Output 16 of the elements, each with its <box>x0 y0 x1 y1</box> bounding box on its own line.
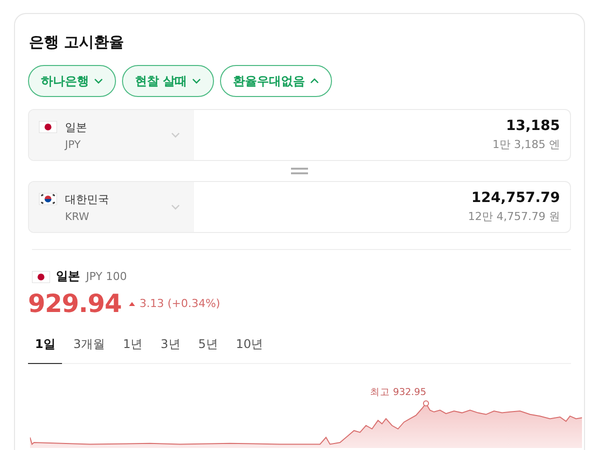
chevron-down-icon <box>192 78 202 84</box>
high-value-label: 최고 932.95 <box>370 386 426 399</box>
equals-icon <box>291 167 308 175</box>
exchange-rate: 929.94 <box>28 289 122 318</box>
card-title: 은행 고시환율 <box>29 32 126 52</box>
currency-unit: JPY 100 <box>86 270 127 283</box>
currency-name: 일본 <box>56 268 80 285</box>
period-tab[interactable]: 10년 <box>228 332 270 364</box>
rate-change: 3.13 (+0.34%) <box>139 297 220 310</box>
period-tab[interactable]: 1년 <box>116 332 150 364</box>
period-tab[interactable]: 1일 <box>28 332 62 364</box>
chevron-up-icon <box>310 78 320 84</box>
period-tab[interactable]: 3년 <box>154 332 188 364</box>
chevron-down-icon <box>94 78 103 84</box>
period-tab[interactable]: 3개월 <box>66 332 112 364</box>
period-tab[interactable]: 5년 <box>191 332 225 364</box>
